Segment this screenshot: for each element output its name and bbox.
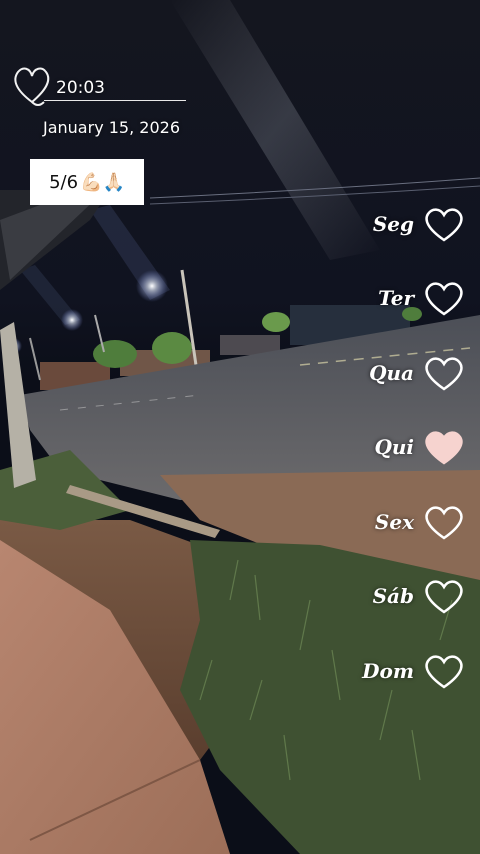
day-row-seg: Seg <box>373 203 466 245</box>
date-sticker: January 15, 2026 <box>43 118 180 137</box>
day-row-qua: Qua <box>369 352 466 394</box>
time-sticker: 20:03 <box>56 78 105 98</box>
progress-sticker: 5/6 💪🏻🙏🏻 <box>30 159 144 205</box>
progress-count: 5/6 <box>49 171 79 193</box>
time-underline <box>44 100 186 101</box>
heart-doodle-icon <box>14 67 50 106</box>
day-row-qui: Qui <box>374 426 466 468</box>
heart-outline-icon <box>425 208 463 242</box>
heart-filled-icon <box>425 431 463 465</box>
day-label: Dom <box>362 659 414 683</box>
day-row-dom: Dom <box>362 650 466 692</box>
day-label: Sex <box>374 510 414 534</box>
day-row-sáb: Sáb <box>373 575 466 617</box>
progress-emoji: 💪🏻🙏🏻 <box>80 171 125 193</box>
day-label: Ter <box>378 286 414 310</box>
day-label: Qui <box>374 435 414 459</box>
day-label: Qua <box>369 361 414 385</box>
day-label: Seg <box>372 212 414 236</box>
heart-outline-icon <box>425 580 463 614</box>
heart-outline-icon <box>425 655 463 689</box>
heart-outline-icon <box>425 282 463 316</box>
day-row-sex: Sex <box>375 501 466 543</box>
heart-outline-icon <box>425 357 463 391</box>
heart-outline-icon <box>425 506 463 540</box>
day-label: Sáb <box>372 584 414 608</box>
day-row-ter: Ter <box>378 277 466 319</box>
